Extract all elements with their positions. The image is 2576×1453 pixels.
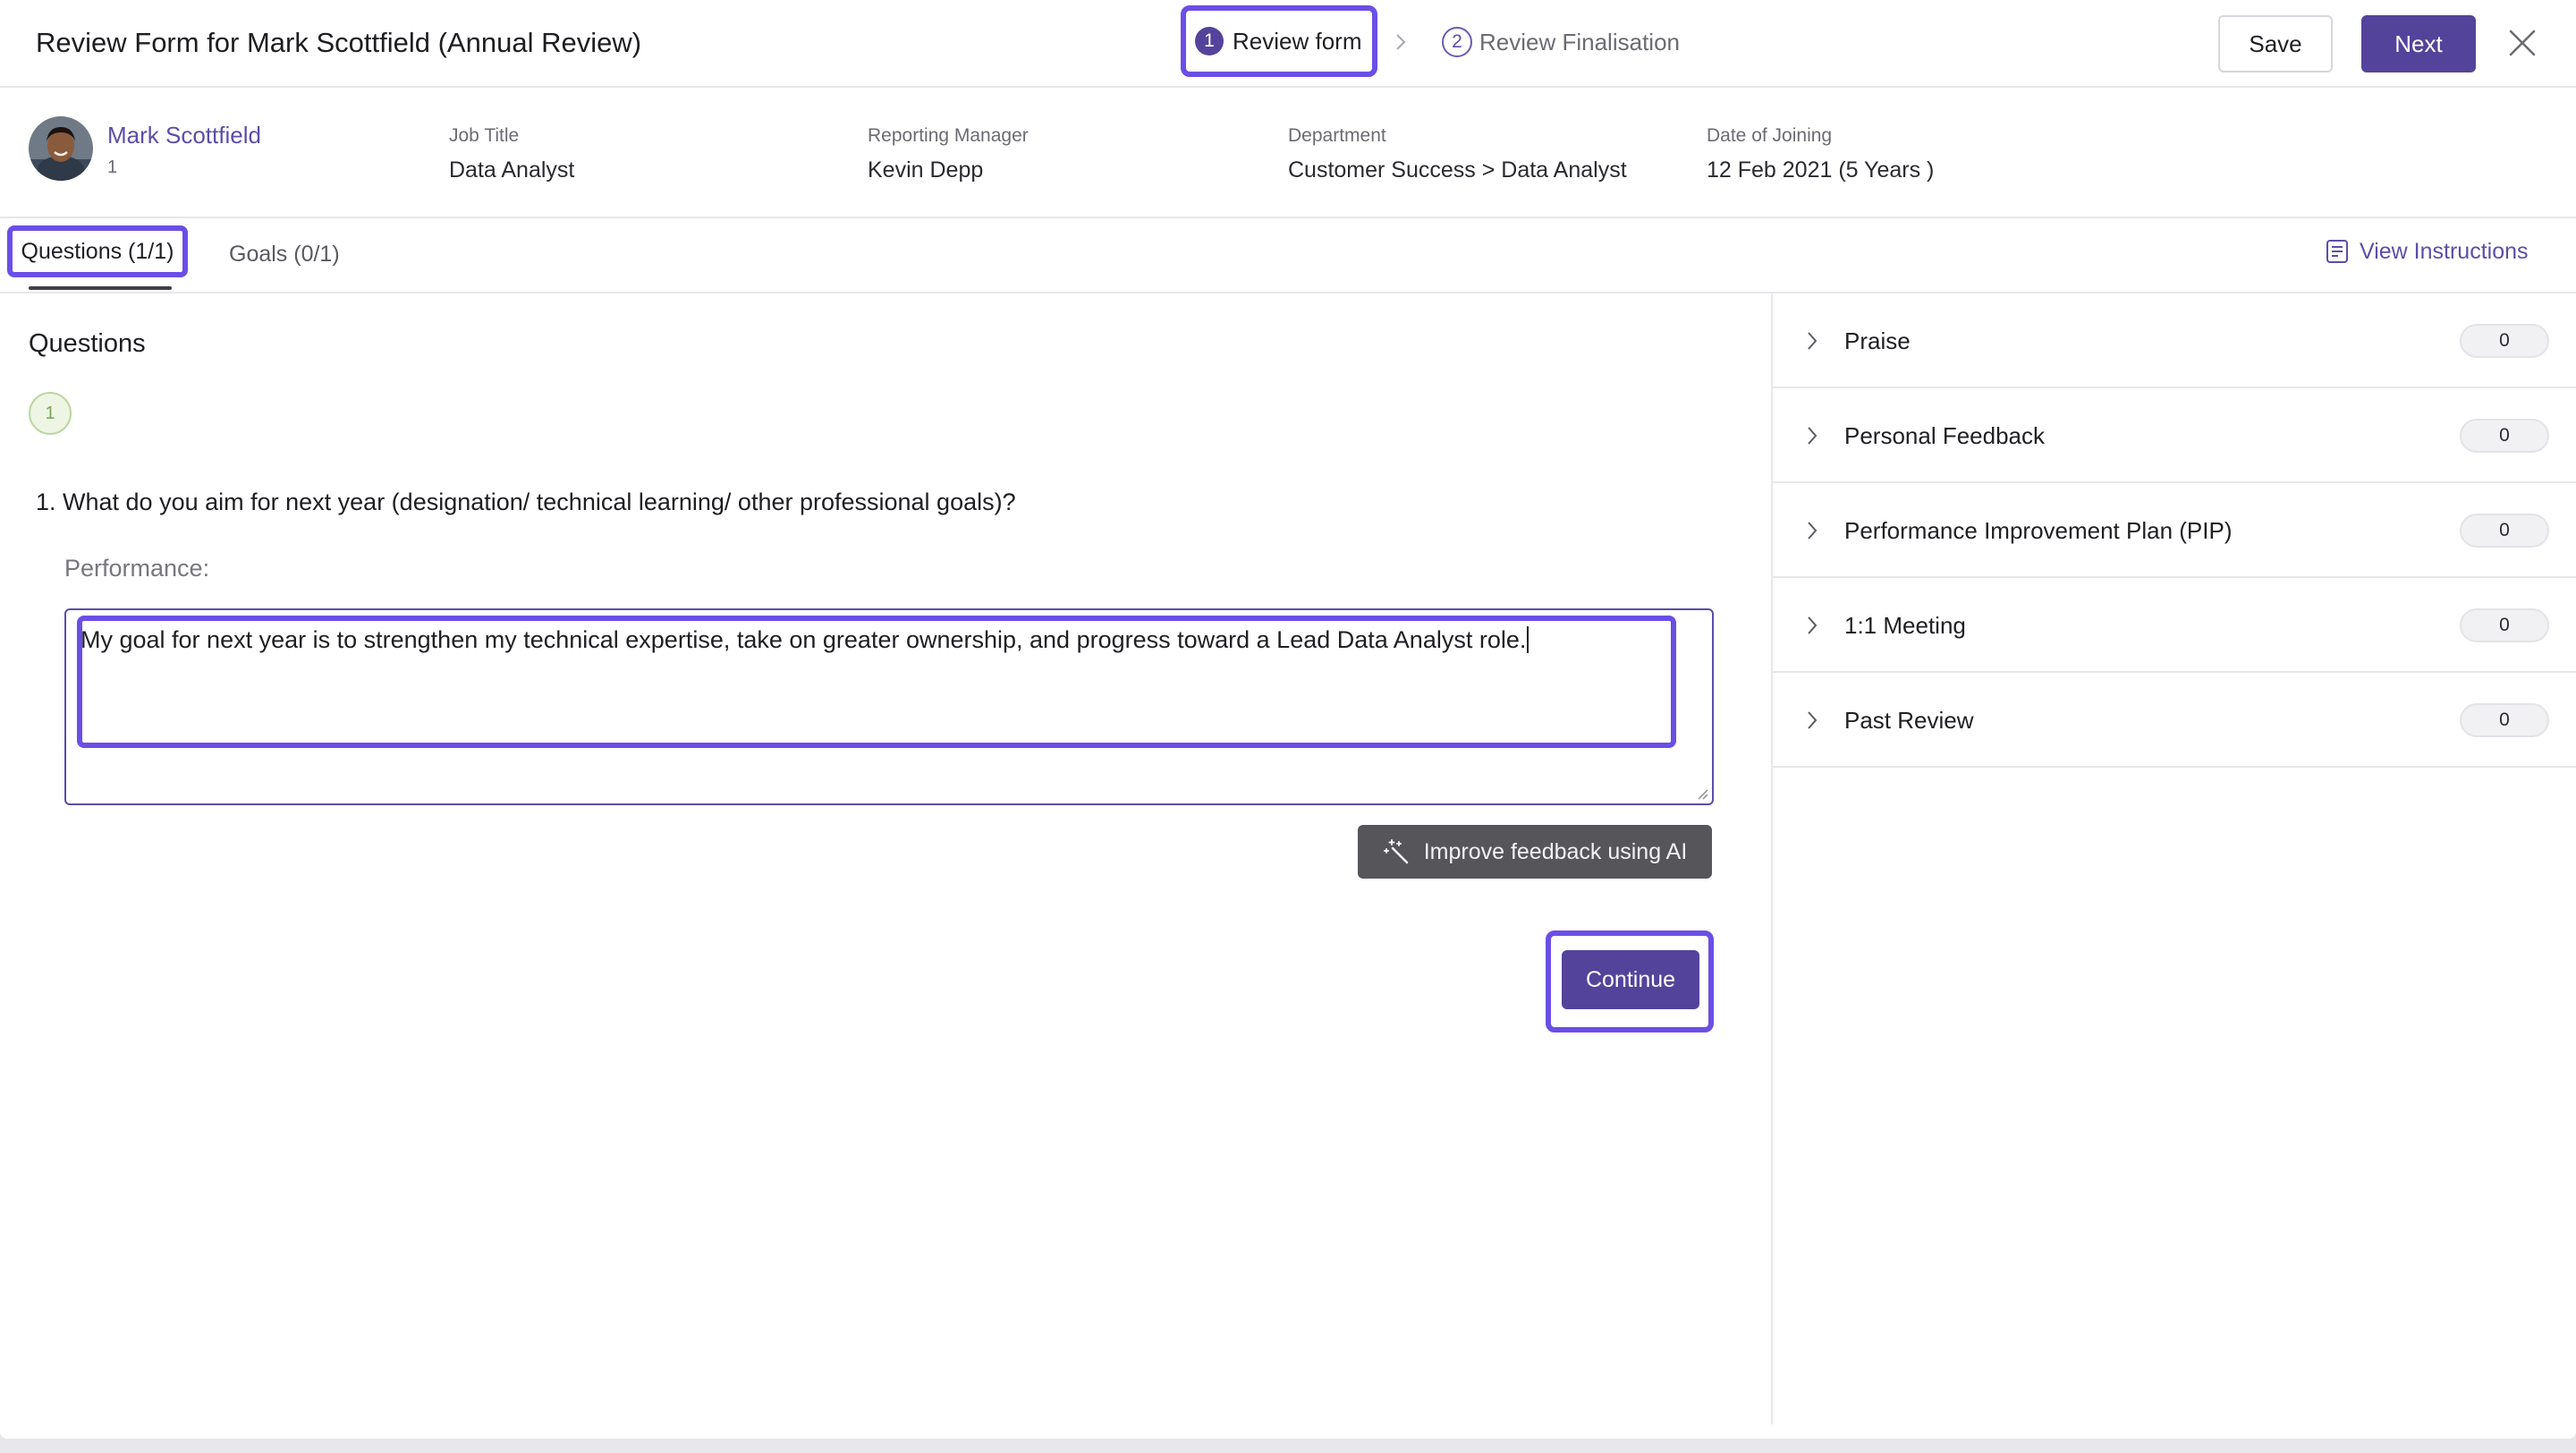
chevron-right-icon [1801, 517, 1823, 544]
reporting-manager-label: Reporting Manager [868, 125, 1029, 146]
tab-bar: Questions (1/1) Goals (0/1) View Instruc… [0, 220, 2576, 293]
step-number-1: 1 [1195, 27, 1224, 55]
document-icon [2324, 238, 2351, 265]
tab-goals[interactable]: Goals (0/1) [229, 242, 340, 268]
reporting-manager-field: Reporting Manager Kevin Depp [868, 125, 1029, 183]
job-title-label: Job Title [449, 125, 520, 146]
view-instructions-link[interactable]: View Instructions [2324, 238, 2529, 265]
step-review-form[interactable]: 1 Review form [1181, 5, 1377, 77]
employee-info-row: Mark Scottfield 1 Job Title Data Analyst… [0, 89, 2576, 218]
side-item-label: 1:1 Meeting [1844, 612, 1966, 639]
side-item-one-on-one-meeting[interactable]: 1:1 Meeting 0 [1773, 578, 2576, 673]
avatar [29, 116, 93, 181]
date-of-joining-label: Date of Joining [1707, 125, 1833, 146]
resize-handle-icon[interactable] [1694, 786, 1708, 800]
count-badge: 0 [2460, 514, 2549, 548]
chevron-right-icon [1801, 612, 1823, 639]
question-text: 1. What do you aim for next year (design… [36, 489, 1016, 515]
questions-panel: Questions 1 1. What do you aim for next … [0, 293, 1771, 1439]
job-title-field: Job Title Data Analyst [449, 125, 574, 183]
date-of-joining-value: 12 Feb 2021 (5 Years ) [1707, 157, 1935, 183]
next-button[interactable]: Next [2361, 15, 2476, 72]
page-title: Review Form for Mark Scottfield (Annual … [36, 27, 642, 58]
chevron-right-icon [1801, 327, 1823, 354]
department-value: Customer Success > Data Analyst [1288, 157, 1627, 183]
header-bar: Review Form for Mark Scottfield (Annual … [0, 0, 2576, 88]
employee-name-link[interactable]: Mark Scottfield [107, 122, 261, 149]
side-item-past-review[interactable]: Past Review 0 [1773, 673, 2576, 768]
tab-questions[interactable]: Questions (1/1) [7, 225, 188, 277]
improve-feedback-ai-label: Improve feedback using AI [1423, 838, 1688, 864]
close-icon[interactable] [2504, 25, 2540, 61]
side-item-personal-feedback[interactable]: Personal Feedback 0 [1773, 388, 2576, 483]
magic-wand-icon [1383, 837, 1411, 866]
side-item-label: Personal Feedback [1844, 422, 2046, 449]
count-badge: 0 [2460, 419, 2549, 453]
employee-id: 1 [107, 157, 118, 177]
step-label-review-finalisation: Review Finalisation [1479, 28, 1680, 55]
reporting-manager-value: Kevin Depp [868, 157, 984, 183]
questions-heading: Questions [29, 329, 146, 358]
step-label-review-form: Review form [1233, 27, 1362, 55]
review-form-window: Review Form for Mark Scottfield (Annual … [0, 0, 2576, 1439]
job-title-value: Data Analyst [449, 157, 575, 183]
save-button[interactable]: Save [2218, 15, 2333, 72]
improve-feedback-ai-button[interactable]: Improve feedback using AI [1358, 825, 1712, 879]
answer-text: My goal for next year is to strengthen m… [80, 626, 1530, 654]
chevron-right-icon [1801, 707, 1823, 734]
side-item-praise[interactable]: Praise 0 [1773, 293, 2576, 388]
view-instructions-label: View Instructions [2360, 238, 2529, 264]
active-tab-indicator [29, 286, 172, 290]
chevron-right-icon [1390, 27, 1411, 57]
performance-label: Performance: [64, 555, 210, 582]
side-item-label: Praise [1844, 327, 1911, 354]
count-badge: 0 [2460, 703, 2549, 737]
side-item-pip[interactable]: Performance Improvement Plan (PIP) 0 [1773, 483, 2576, 578]
step-number-2: 2 [1442, 27, 1472, 57]
chevron-right-icon [1801, 422, 1823, 449]
department-label: Department [1288, 125, 1386, 146]
answer-textarea[interactable]: My goal for next year is to strengthen m… [64, 608, 1714, 805]
count-badge: 0 [2460, 324, 2549, 358]
step-review-finalisation[interactable]: 2 Review Finalisation [1442, 27, 1680, 57]
side-item-label: Past Review [1844, 707, 1974, 734]
count-badge: 0 [2460, 608, 2549, 642]
side-panel: Praise 0 Personal Feedback 0 Performance… [1773, 293, 2576, 1439]
continue-button[interactable]: Continue [1562, 950, 1699, 1009]
date-of-joining-field: Date of Joining 12 Feb 2021 (5 Years ) [1707, 125, 1934, 183]
department-field: Department Customer Success > Data Analy… [1288, 125, 1627, 183]
side-item-label: Performance Improvement Plan (PIP) [1844, 517, 2233, 544]
question-number-indicator[interactable]: 1 [29, 392, 72, 435]
